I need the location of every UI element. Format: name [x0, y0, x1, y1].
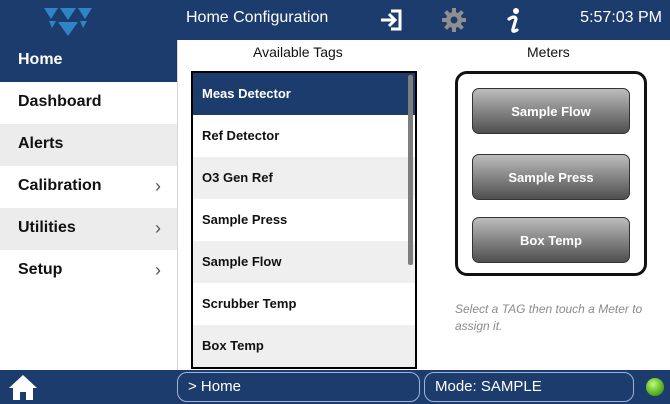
tag-item-meas-detector[interactable]: Meas Detector: [193, 73, 415, 115]
sidebar-item-dashboard[interactable]: Dashboard: [0, 82, 177, 124]
sidebar-item-label: Setup: [18, 261, 63, 278]
chevron-right-icon: ›: [155, 218, 161, 238]
chevron-right-icon: ›: [155, 176, 161, 196]
info-icon[interactable]: [504, 6, 524, 36]
meter-button-2[interactable]: Sample Press: [472, 154, 630, 200]
tag-list-scrollbar[interactable]: [408, 75, 413, 265]
assign-hint-text: Select a TAG then touch a Meter to assig…: [455, 302, 643, 333]
meter-button-3[interactable]: Box Temp: [472, 217, 630, 263]
sidebar-item-alerts[interactable]: Alerts: [0, 124, 177, 166]
tag-item-box-temp[interactable]: Box Temp: [193, 325, 415, 367]
teledyne-logo-icon: [44, 8, 92, 36]
breadcrumb: > Home: [177, 372, 420, 402]
chevron-right-icon: ›: [155, 260, 161, 280]
page-title: Home Configuration: [186, 9, 329, 26]
meters-heading: Meters: [527, 44, 570, 60]
available-tags-list[interactable]: Meas Detector Ref Detector O3 Gen Ref Sa…: [191, 71, 417, 369]
sidebar-item-home[interactable]: Home: [0, 40, 177, 82]
login-icon[interactable]: [377, 6, 405, 34]
meter-button-1[interactable]: Sample Flow: [472, 88, 630, 134]
meters-panel: Sample Flow Sample Press Box Temp: [455, 71, 647, 276]
sidebar-item-label: Calibration: [18, 177, 102, 194]
bottom-bar: > Home Mode: SAMPLE: [0, 370, 670, 404]
sidebar-item-label: Dashboard: [18, 93, 102, 110]
tag-item-scrubber-temp[interactable]: Scrubber Temp: [193, 283, 415, 325]
sidebar-item-label: Alerts: [18, 135, 64, 152]
sidebar-item-utilities[interactable]: Utilities ›: [0, 208, 177, 250]
mode-status: Mode: SAMPLE: [424, 372, 634, 402]
home-icon[interactable]: [8, 373, 38, 401]
sidebar-item-calibration[interactable]: Calibration ›: [0, 166, 177, 208]
sidebar-nav: Home Dashboard Alerts Calibration › Util…: [0, 40, 178, 370]
settings-gear-icon[interactable]: [440, 6, 468, 34]
sidebar-item-label: Utilities: [18, 219, 76, 236]
sidebar-item-setup[interactable]: Setup ›: [0, 250, 177, 292]
available-tags-heading: Available Tags: [253, 44, 343, 60]
top-bar: Home Configuration 5:57:03 PM: [0, 0, 670, 40]
tag-item-ref-detector[interactable]: Ref Detector: [193, 115, 415, 157]
status-indicator-icon: [646, 378, 664, 396]
tag-item-o3-gen-ref[interactable]: O3 Gen Ref: [193, 157, 415, 199]
tag-item-sample-flow[interactable]: Sample Flow: [193, 241, 415, 283]
tag-item-sample-press[interactable]: Sample Press: [193, 199, 415, 241]
sidebar-item-label: Home: [18, 51, 63, 68]
clock: 5:57:03 PM: [580, 9, 662, 26]
